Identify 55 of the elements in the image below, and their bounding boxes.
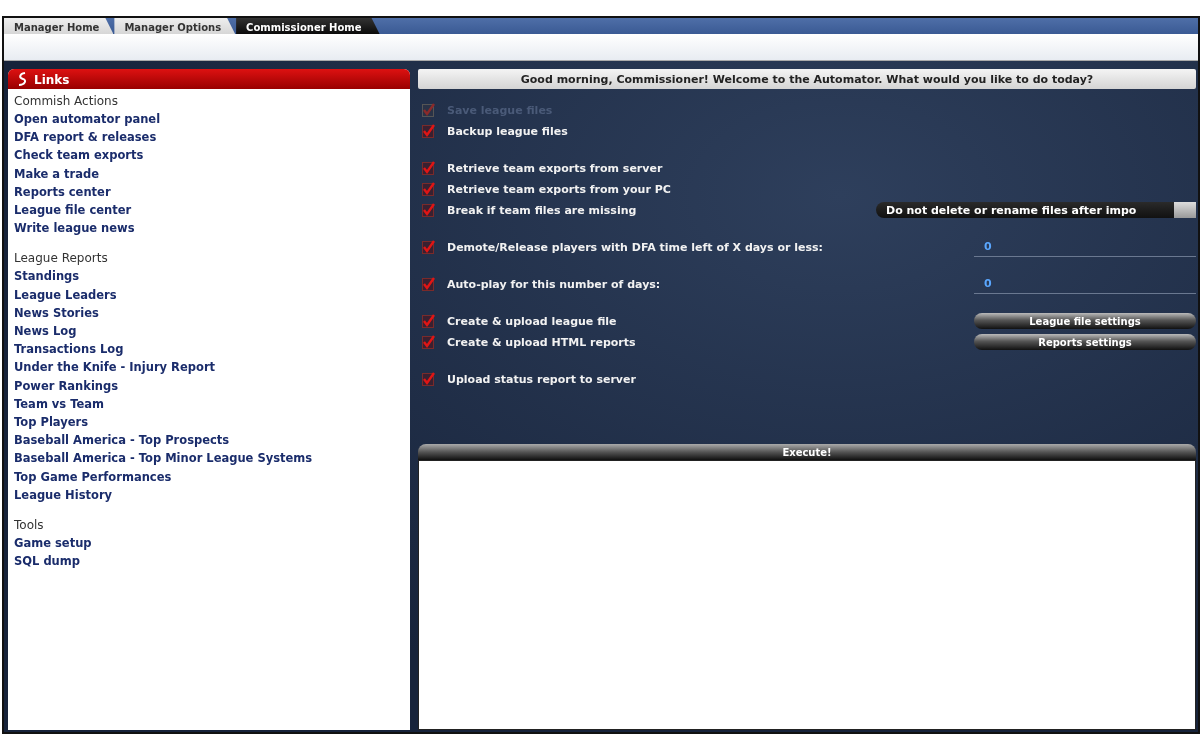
link[interactable]: Game setup [14, 534, 92, 553]
number-field[interactable]: 0 [974, 274, 1196, 294]
option-label: Demote/Release players with DFA time left of X days or less: [447, 240, 824, 254]
link[interactable]: Under the Knife - Injury Report [14, 358, 216, 377]
dropdown[interactable]: Do not delete or rename files after impo [876, 202, 1196, 218]
link[interactable]: Power Rankings [14, 376, 119, 395]
option-label: Backup league files [447, 124, 569, 138]
option-label: Create & upload HTML reports [447, 335, 637, 349]
option-label: Auto-play for this number of days: [447, 277, 662, 291]
link[interactable]: Write league news [14, 219, 135, 238]
checkbox[interactable] [422, 240, 435, 254]
link[interactable]: Top Players [14, 413, 89, 432]
checkbox[interactable] [422, 124, 435, 138]
link[interactable]: News Stories [14, 303, 99, 323]
link[interactable]: News Log [14, 322, 77, 341]
link[interactable]: Baseball America - Top Minor League Systems [14, 449, 313, 468]
settings-button[interactable]: Reports settings [974, 334, 1196, 350]
settings-button[interactable]: League file settings [974, 313, 1196, 329]
link[interactable]: League file center [14, 201, 132, 220]
link[interactable]: League Leaders [14, 285, 117, 304]
panel-title: Links [34, 73, 70, 87]
checkbox[interactable] [422, 314, 435, 328]
option-label: Upload status report to server [447, 372, 637, 386]
link[interactable]: League History [14, 485, 113, 505]
link[interactable]: Reports center [14, 182, 111, 201]
swirl-icon [16, 72, 28, 86]
checkbox[interactable] [422, 182, 435, 196]
link[interactable]: Check team exports [14, 146, 144, 165]
link[interactable]: DFA report & releases [14, 128, 157, 147]
greeting-banner: Good morning, Commissioner! Welcome to the Automator. What would you like to do today? [418, 69, 1196, 89]
option-label: Break if team files are missing [447, 203, 638, 217]
tab[interactable]: Commissioner Home [236, 18, 380, 34]
section-heading: League Reports [14, 250, 109, 268]
checkbox[interactable] [422, 335, 435, 349]
option-label: Retrieve team exports from server [447, 161, 664, 175]
link[interactable]: Transactions Log [14, 340, 124, 359]
checkbox[interactable] [422, 277, 435, 291]
number-field[interactable]: 0 [974, 237, 1196, 257]
link[interactable]: Team vs Team [14, 394, 105, 414]
checkbox[interactable] [422, 372, 435, 386]
link[interactable]: Baseball America - Top Prospects [14, 431, 230, 450]
option-label: Retrieve team exports from your PC [447, 182, 672, 196]
link[interactable]: Standings [14, 267, 80, 286]
link[interactable]: Make a trade [14, 164, 100, 183]
link[interactable]: Top Game Performances [14, 467, 172, 486]
checkbox[interactable] [422, 203, 435, 217]
checkbox[interactable] [422, 161, 435, 175]
section-heading: Tools [14, 517, 45, 535]
link[interactable]: Open automator panel [14, 110, 161, 129]
tab[interactable]: Manager Home [4, 18, 114, 34]
tab[interactable]: Manager Options [114, 18, 236, 34]
option-label: Create & upload league file [447, 314, 618, 328]
section-heading: Commish Actions [14, 93, 119, 110]
link[interactable]: SQL dump [14, 552, 81, 571]
execute-button[interactable]: Execute! [418, 444, 1196, 460]
